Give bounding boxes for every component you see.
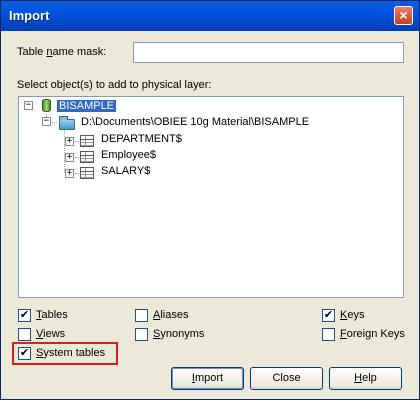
views-label: Views [36, 328, 66, 340]
tree-connector [75, 173, 79, 174]
aliases-label: Aliases [153, 309, 189, 321]
keys-label: Keys [340, 309, 365, 321]
table-icon [80, 167, 94, 179]
table-name-mask-input[interactable] [133, 42, 404, 63]
folder-icon [59, 116, 75, 130]
close-window-button[interactable]: × [394, 6, 413, 25]
import-button[interactable]: Import [171, 367, 244, 390]
select-objects-label: Select object(s) to add to physical laye… [17, 79, 212, 91]
expand-salary-toggle[interactable]: + [65, 169, 74, 178]
object-tree[interactable]: − BISAMPLE − D:\Documents\OBIEE 10g Mate… [18, 96, 404, 298]
expand-department-toggle[interactable]: + [65, 137, 74, 146]
plus-icon: + [66, 168, 73, 178]
collapse-root-toggle[interactable]: − [24, 101, 33, 110]
foreign-keys-checkbox[interactable] [322, 328, 335, 341]
help-button[interactable]: Help [329, 367, 402, 390]
expand-employee-toggle[interactable]: + [65, 153, 74, 162]
synonyms-label: Synonyms [153, 328, 205, 340]
close-icon: × [399, 7, 408, 23]
plus-icon: + [66, 136, 73, 146]
database-icon [42, 99, 51, 112]
title-bar[interactable]: Import × [1, 1, 419, 31]
tables-label: Tables [36, 309, 68, 321]
check-mark-icon: ✔ [19, 309, 30, 321]
foreign-keys-label: Foreign Keys [340, 328, 405, 340]
window-title: Import [9, 8, 50, 23]
table-name-mask-label: Table name mask: [17, 46, 107, 58]
table-icon [80, 135, 94, 147]
aliases-checkbox[interactable] [135, 309, 148, 322]
tree-node-employee[interactable]: Employee$ [101, 149, 156, 161]
collapse-path-toggle[interactable]: − [42, 117, 51, 126]
synonyms-checkbox[interactable] [135, 328, 148, 341]
tree-connector [75, 141, 79, 142]
plus-icon: + [66, 152, 73, 162]
tree-node-path[interactable]: D:\Documents\OBIEE 10g Material\BISAMPLE [81, 116, 309, 128]
minus-icon: − [43, 116, 50, 126]
keys-checkbox[interactable]: ✔ [322, 309, 335, 322]
tree-connector [75, 157, 79, 158]
tree-node-root-label: BISAMPLE [57, 100, 117, 112]
tree-node-department[interactable]: DEPARTMENT$ [101, 133, 182, 145]
tree-node-salary[interactable]: SALARY$ [101, 165, 150, 177]
minus-icon: − [25, 100, 32, 110]
tree-node-root[interactable]: BISAMPLE [57, 100, 117, 112]
table-icon [80, 151, 94, 163]
views-checkbox[interactable] [18, 328, 31, 341]
tables-checkbox[interactable]: ✔ [18, 309, 31, 322]
close-button[interactable]: Close [250, 367, 323, 390]
import-dialog: Import × Table name mask: Select object(… [0, 0, 420, 400]
check-mark-icon: ✔ [323, 309, 334, 321]
annotation-highlight [12, 342, 118, 365]
